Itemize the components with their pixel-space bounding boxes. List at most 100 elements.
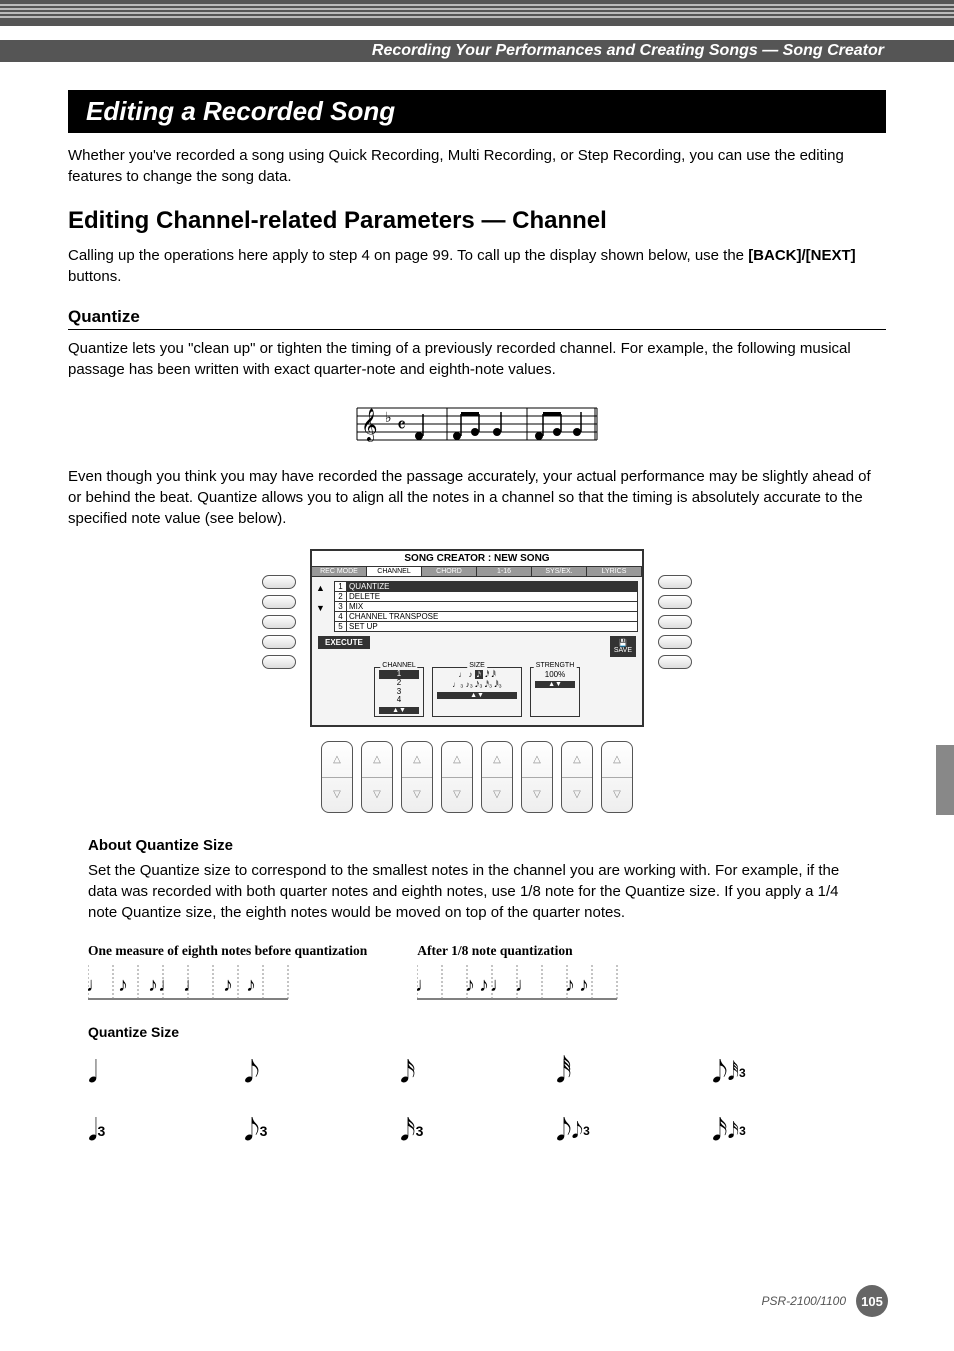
svg-text:♩: ♩ (183, 974, 203, 996)
note-sixteenth-plus-sixteenth-triplet-icon: 𝅘𝅥𝅯𝅘𝅥𝅯3 (712, 1108, 848, 1154)
svg-text:♪: ♪ (579, 974, 589, 996)
about-title: About Quantize Size (88, 837, 866, 854)
note-thirtysecond-icon: 𝅘𝅥𝅰 (556, 1050, 692, 1096)
svg-text:♪: ♪ (465, 974, 475, 996)
strength-param: STRENGTH 100% ▲▼ (530, 667, 580, 717)
rocker-8[interactable]: △▽ (601, 741, 633, 813)
note-eighth-plus-triplet-icon: 𝅘𝅥𝅮𝅘𝅥𝅮3 (556, 1108, 692, 1154)
lcd-tabs: REC MODECHANNELCHORD1-16SYS/EX.LYRICS (312, 567, 642, 577)
svg-text:𝄞: 𝄞 (361, 409, 378, 442)
save-button[interactable]: 💾SAVE (610, 636, 636, 657)
note-quarter-icon: 𝅘𝅥 (88, 1050, 224, 1096)
strength-label: STRENGTH (534, 662, 577, 669)
example-before-title: One measure of eighth notes before quant… (88, 943, 367, 959)
h2-channel: Editing Channel-related Parameters — Cha… (68, 207, 886, 235)
right-side-buttons (658, 549, 692, 669)
rocker-3[interactable]: △▽ (401, 741, 433, 813)
note-quarter-triplet-icon: 𝅘𝅥3 (88, 1108, 224, 1154)
save-label: SAVE (614, 647, 632, 654)
quantize-p2: Even though you think you may have recor… (68, 466, 886, 529)
strength-value: 100% (535, 670, 575, 679)
lcd-tab[interactable]: LYRICS (587, 567, 642, 576)
svg-text:♪: ♪ (479, 974, 489, 996)
side-button-j[interactable] (658, 655, 692, 669)
chapter-header-text: Recording Your Performances and Creating… (372, 40, 884, 62)
about-body: Set the Quantize size to correspond to t… (88, 860, 866, 923)
rocker-1[interactable]: △▽ (321, 741, 353, 813)
example-after-title: After 1/8 note quantization (417, 943, 627, 959)
rocker-6[interactable]: △▽ (521, 741, 553, 813)
size-label: SIZE (467, 662, 487, 669)
quantize-heading: Quantize (68, 307, 886, 330)
h2-body: Calling up the operations here apply to … (68, 245, 886, 287)
lcd-menu-item[interactable]: 3MIX (335, 602, 637, 612)
page-content: Editing a Recorded Song Whether you've r… (68, 90, 886, 1154)
side-button-a[interactable] (262, 575, 296, 589)
lcd-title: SONG CREATOR : NEW SONG (312, 551, 642, 567)
lcd-screenshot: SONG CREATOR : NEW SONG REC MODECHANNELC… (262, 549, 692, 813)
h2-body-pre: Calling up the operations here apply to … (68, 247, 748, 264)
lcd-tab[interactable]: SYS/EX. (532, 567, 587, 576)
strength-arrows[interactable]: ▲▼ (535, 681, 575, 688)
note-sixteenth-triplet-icon: 𝅘𝅥𝅯3 (400, 1108, 536, 1154)
note-sixteenth-icon: 𝅘𝅥𝅯 (400, 1050, 536, 1096)
before-quantize-graphic: ♩♪♪♩♩♪♪ (88, 965, 298, 1005)
execute-button[interactable]: EXECUTE (318, 636, 370, 649)
side-button-h[interactable] (658, 615, 692, 629)
side-thumb-tab (936, 745, 954, 815)
lcd-menu-item[interactable]: 4CHANNEL TRANSPOSE (335, 612, 637, 622)
size-arrows[interactable]: ▲▼ (437, 692, 517, 699)
rocker-7[interactable]: △▽ (561, 741, 593, 813)
footer-page-number: 105 (856, 1285, 888, 1317)
left-side-buttons (262, 549, 296, 669)
chapter-header-bar: Recording Your Performances and Creating… (0, 40, 954, 62)
lcd-menu-item[interactable]: 1QUANTIZE (335, 582, 637, 592)
h2-body-post: buttons. (68, 268, 121, 285)
side-button-b[interactable] (262, 595, 296, 609)
rocker-4[interactable]: △▽ (441, 741, 473, 813)
svg-text:♪: ♪ (223, 974, 233, 996)
side-button-e[interactable] (262, 655, 296, 669)
after-quantize-graphic: ♩♪♪♩♩♪♪ (417, 965, 627, 1005)
note-eighth-icon: 𝅘𝅥𝅮 (244, 1050, 380, 1096)
lcd-menu-item[interactable]: 2DELETE (335, 592, 637, 602)
lcd-tab[interactable]: CHORD (422, 567, 477, 576)
quantize-p1: Quantize lets you "clean up" or tighten … (68, 338, 886, 380)
size-param: SIZE ♩ ♪ 𝅘𝅥𝅯 𝅘𝅥𝅰 𝅘𝅥𝅱 ♩₃ ♪₃ 𝅘𝅥𝅯₃ 𝅘𝅥𝅰₃ 𝅘𝅥𝅱… (432, 667, 522, 717)
footer-model: PSR-2100/1100 (761, 1294, 846, 1308)
svg-text:𝄴: 𝄴 (397, 415, 406, 437)
side-button-f[interactable] (658, 575, 692, 589)
quantize-size-grid: 𝅘𝅥 𝅘𝅥𝅮 𝅘𝅥𝅯 𝅘𝅥𝅰 𝅘𝅥𝅮𝅘𝅥𝅰3 𝅘𝅥3 𝅘𝅥𝅮3 𝅘𝅥𝅯3 𝅘𝅥𝅮… (88, 1050, 848, 1154)
svg-text:♩: ♩ (490, 974, 510, 996)
svg-text:♪: ♪ (148, 974, 158, 996)
down-arrow-icon: ▼ (316, 603, 330, 613)
music-notation-example: 𝄞 ♭ 𝄴 (347, 400, 607, 448)
rocker-5[interactable]: △▽ (481, 741, 513, 813)
side-button-g[interactable] (658, 595, 692, 609)
lcd-tab[interactable]: REC MODE (312, 567, 367, 576)
lcd-menu-item[interactable]: 5SET UP (335, 622, 637, 631)
page-footer: PSR-2100/1100 105 (761, 1285, 888, 1317)
rocker-2[interactable]: △▽ (361, 741, 393, 813)
side-button-d[interactable] (262, 635, 296, 649)
lcd-tab[interactable]: CHANNEL (367, 567, 422, 576)
channel-arrows[interactable]: ▲▼ (379, 707, 419, 714)
svg-text:♩: ♩ (158, 974, 178, 996)
note-eighth-triplet-icon: 𝅘𝅥𝅮3 (244, 1108, 380, 1154)
svg-text:♩: ♩ (88, 974, 106, 996)
lcd-menu: 1QUANTIZE2DELETE3MIX4CHANNEL TRANSPOSE5S… (334, 581, 638, 632)
intro-paragraph: Whether you've recorded a song using Qui… (68, 145, 886, 187)
bottom-rocker-buttons: △▽ △▽ △▽ △▽ △▽ △▽ △▽ △▽ (310, 741, 644, 813)
svg-text:♪: ♪ (246, 974, 256, 996)
h2-body-bold: [BACK]/[NEXT] (748, 247, 855, 264)
svg-text:♩: ♩ (515, 974, 535, 996)
svg-text:♪: ♪ (565, 974, 575, 996)
side-button-c[interactable] (262, 615, 296, 629)
channel-label: CHANNEL (380, 662, 417, 669)
channel-param: CHANNEL 1234 ▲▼ (374, 667, 424, 717)
side-button-i[interactable] (658, 635, 692, 649)
svg-text:♪: ♪ (118, 974, 128, 996)
section-title-text: Editing a Recorded Song (86, 96, 395, 126)
up-arrow-icon: ▲ (316, 583, 330, 593)
lcd-tab[interactable]: 1-16 (477, 567, 532, 576)
